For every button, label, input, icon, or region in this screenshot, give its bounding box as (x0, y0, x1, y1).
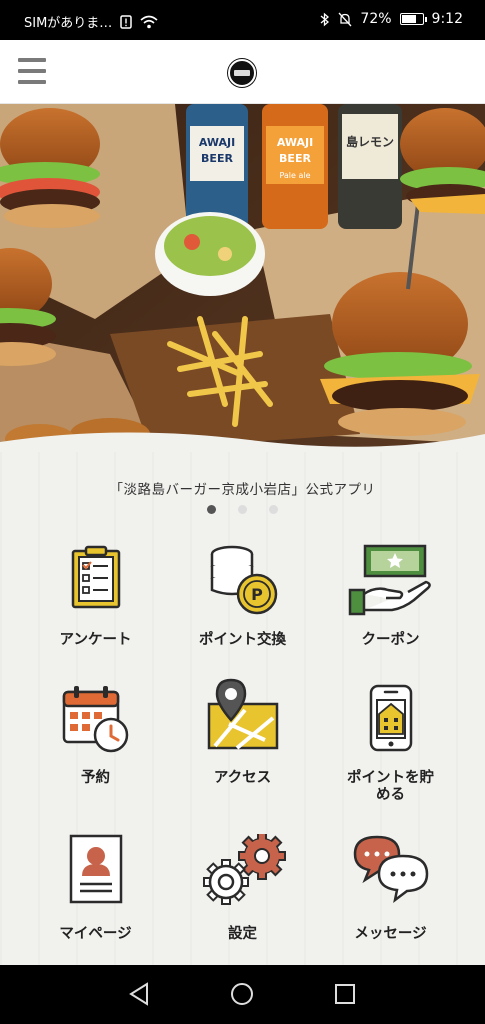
bottle-1-line2: BEER (201, 152, 233, 165)
menu-label-line1: ポイントを貯 (347, 770, 434, 786)
lemon-bottle: 島レモン (338, 104, 402, 229)
battery-icon (399, 13, 427, 25)
carousel-dot[interactable] (269, 505, 278, 514)
hamburger-menu-icon[interactable] (18, 58, 46, 84)
bottle-3-line1: 島レモン (346, 134, 394, 149)
reservation-calendar-icon (15, 684, 176, 764)
content-area: 「淡路島バーガー京成小岩店」公式アプリ アンケート P ポイント交換 クーポン … (0, 432, 485, 965)
menu-label: メッセージ (354, 926, 427, 942)
bottle-1-line1: AWAJI (199, 136, 235, 149)
svg-text:P: P (251, 585, 263, 604)
bottle-2-sub: Pale ale (279, 171, 310, 180)
bluetooth-off-icon (320, 12, 330, 26)
home-circle-icon[interactable] (230, 982, 254, 1006)
menu-label: 予約 (81, 770, 110, 786)
bottle-2-line2: BEER (279, 152, 311, 165)
settings-gears-icon (162, 834, 323, 914)
system-nav-bar (0, 965, 485, 1024)
bottle-2-line1: AWAJI (277, 136, 313, 149)
menu-label: アンケート (59, 632, 132, 648)
carousel-indicator (0, 505, 485, 514)
back-triangle-icon[interactable] (128, 982, 150, 1006)
sim-alert-icon (120, 14, 133, 29)
status-bar: SIMがありま… 72% 9:12 (0, 0, 485, 40)
recents-square-icon[interactable] (334, 982, 356, 1006)
hero-image: AWAJI BEER AWAJI BEER Pale ale 島レモン (0, 104, 485, 484)
carousel-dot[interactable] (238, 505, 247, 514)
menu-label: アクセス (213, 770, 272, 786)
menu-label: クーポン (361, 632, 420, 648)
menu-label: ポイントを貯 める (310, 770, 471, 804)
menu-label-line2: める (376, 787, 405, 803)
app-header (0, 40, 485, 104)
awaji-burger-logo[interactable] (228, 59, 256, 87)
clock-time: 9:12 (431, 11, 463, 27)
menu-label: ポイント交換 (199, 632, 286, 648)
beer-bottle-2: AWAJI BEER Pale ale (262, 104, 328, 229)
my-page-profile-icon (15, 834, 176, 914)
access-map-pin-icon (162, 678, 323, 758)
carousel-dot[interactable] (207, 505, 216, 514)
collect-points-phone-icon (310, 684, 471, 764)
message-bubbles-icon (310, 834, 471, 914)
menu-label: マイページ (59, 926, 132, 942)
beer-bottle-1: AWAJI BEER (186, 104, 248, 229)
notifications-off-icon (338, 12, 352, 26)
burger-photo: AWAJI BEER AWAJI BEER Pale ale 島レモン (0, 104, 485, 484)
carrier-text: SIMがありま… (24, 16, 113, 31)
app-tagline: 「淡路島バーガー京成小岩店」公式アプリ (109, 482, 376, 498)
wave-divider (0, 432, 485, 452)
coupon-hand-icon (310, 544, 471, 624)
point-exchange-coins-icon: P (162, 544, 323, 624)
wifi-icon (140, 15, 158, 28)
menu-label: 設定 (228, 926, 257, 942)
survey-clipboard-icon (15, 544, 176, 624)
battery-percent: 72% (360, 11, 392, 27)
